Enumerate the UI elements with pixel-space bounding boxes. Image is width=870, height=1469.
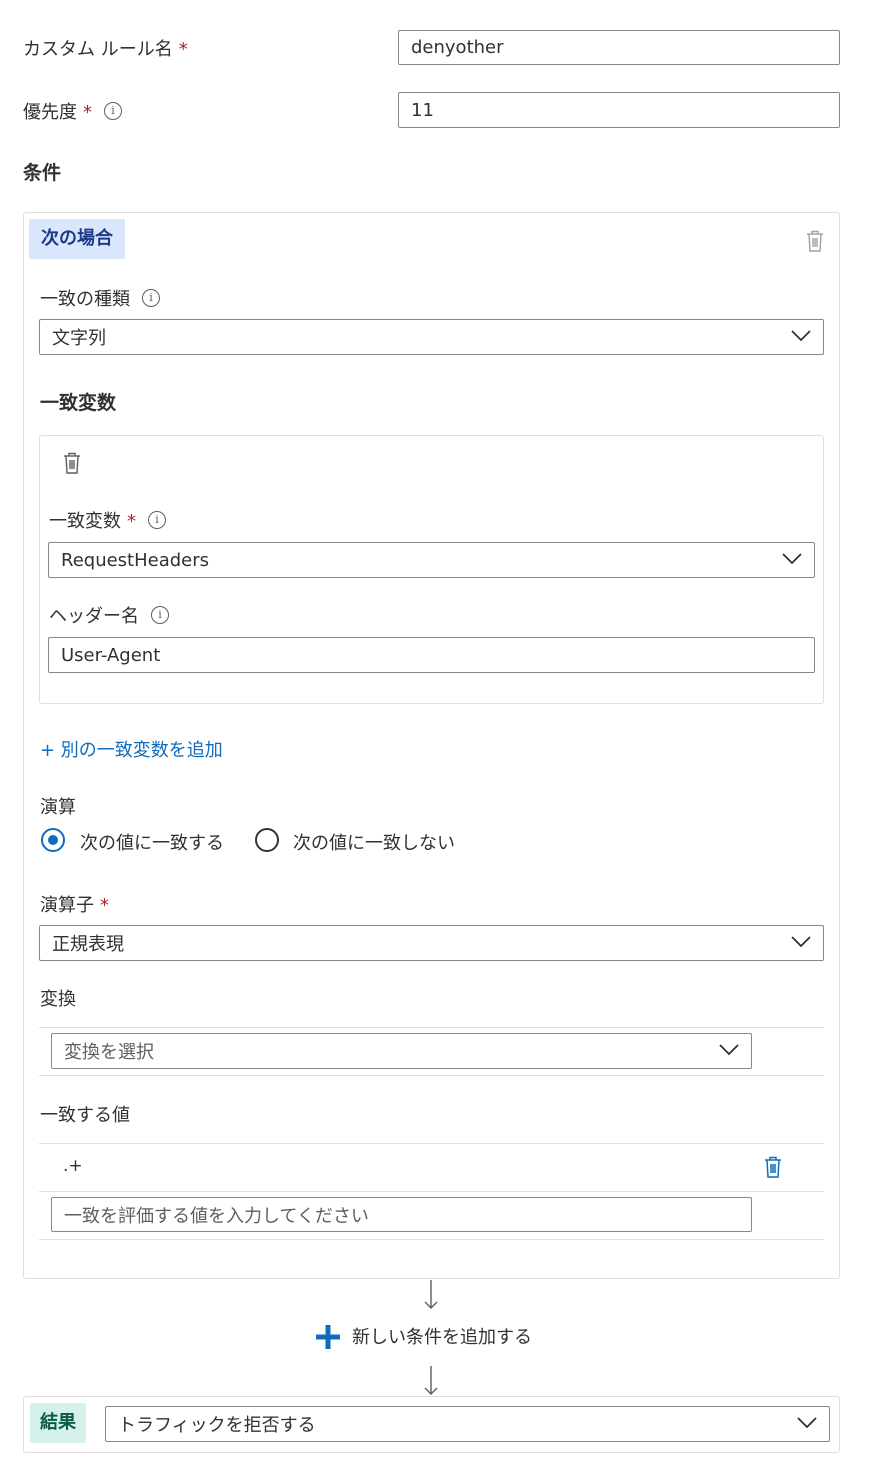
required-mark: * bbox=[178, 39, 188, 60]
transform-placeholder: 変換を選択 bbox=[64, 1042, 154, 1063]
match-values-label: 一致する値 bbox=[40, 1105, 130, 1126]
chevron-down-icon bbox=[782, 553, 802, 565]
priority-input[interactable]: 11 bbox=[398, 92, 840, 128]
match-value-input[interactable]: 一致を評価する値を入力してください bbox=[51, 1197, 752, 1232]
divider bbox=[39, 1027, 824, 1028]
required-mark: * bbox=[127, 511, 136, 532]
rule-name-label-text: カスタム ルール名 bbox=[23, 39, 173, 60]
header-name-label: ヘッダー名 i bbox=[49, 602, 169, 628]
chevron-down-icon bbox=[791, 936, 811, 948]
divider bbox=[39, 1239, 824, 1240]
required-mark: * bbox=[83, 102, 92, 123]
header-name-value: User-Agent bbox=[61, 644, 161, 666]
operator-value: 正規表現 bbox=[52, 934, 124, 955]
divider bbox=[39, 1075, 824, 1076]
info-icon[interactable]: i bbox=[104, 102, 122, 120]
priority-value: 11 bbox=[411, 99, 434, 121]
delete-value-trash-icon[interactable] bbox=[764, 1156, 782, 1178]
if-chip: 次の場合 bbox=[29, 219, 125, 259]
match-value-item: .+ bbox=[63, 1156, 83, 1176]
delete-condition-trash-icon[interactable] bbox=[806, 230, 824, 252]
radio-not-match[interactable] bbox=[255, 828, 279, 852]
result-value: トラフィックを拒否する bbox=[118, 1415, 316, 1436]
add-match-variable-link[interactable]: + 別の一致変数を追加 bbox=[40, 736, 223, 762]
priority-label-text: 優先度 bbox=[23, 102, 77, 123]
conditions-title: 条件 bbox=[23, 162, 62, 184]
operator-label: 演算子 * bbox=[40, 891, 109, 917]
match-type-label-text: 一致の種類 bbox=[40, 289, 130, 310]
arrow-down-icon bbox=[424, 1280, 438, 1309]
chevron-down-icon bbox=[791, 330, 811, 342]
priority-label: 優先度 * i bbox=[23, 98, 122, 124]
match-variable-label: 一致変数 * i bbox=[49, 507, 166, 533]
required-mark: * bbox=[100, 895, 109, 916]
divider bbox=[39, 1191, 824, 1192]
transform-label: 変換 bbox=[40, 989, 76, 1010]
chevron-down-icon bbox=[719, 1044, 739, 1056]
operator-dropdown[interactable]: 正規表現 bbox=[39, 925, 824, 961]
divider bbox=[39, 1143, 824, 1144]
result-dropdown[interactable]: トラフィックを拒否する bbox=[105, 1406, 830, 1442]
match-type-dropdown[interactable]: 文字列 bbox=[39, 319, 824, 355]
radio-match-label[interactable]: 次の値に一致する bbox=[80, 829, 224, 855]
transform-dropdown[interactable]: 変換を選択 bbox=[51, 1033, 752, 1069]
info-icon[interactable]: i bbox=[148, 511, 166, 529]
radio-not-match-label[interactable]: 次の値に一致しない bbox=[293, 829, 455, 855]
delete-variable-trash-icon[interactable] bbox=[63, 452, 81, 474]
add-condition-button[interactable]: 新しい条件を追加する bbox=[352, 1323, 532, 1349]
operation-label: 演算 bbox=[40, 797, 76, 818]
chevron-down-icon bbox=[797, 1417, 817, 1429]
plus-icon[interactable] bbox=[315, 1324, 341, 1350]
match-value-placeholder: 一致を評価する値を入力してください bbox=[64, 1205, 369, 1227]
operator-label-text: 演算子 bbox=[40, 895, 94, 916]
match-type-label: 一致の種類 i bbox=[40, 285, 160, 311]
rule-name-input[interactable]: denyother bbox=[398, 30, 840, 65]
header-name-label-text: ヘッダー名 bbox=[49, 606, 139, 627]
arrow-down-icon bbox=[424, 1366, 438, 1395]
info-icon[interactable]: i bbox=[142, 289, 160, 307]
match-type-value: 文字列 bbox=[52, 328, 106, 349]
match-variables-title: 一致変数 bbox=[40, 392, 117, 414]
radio-match[interactable] bbox=[41, 828, 65, 852]
header-name-input[interactable]: User-Agent bbox=[48, 637, 815, 673]
match-variable-dropdown[interactable]: RequestHeaders bbox=[48, 542, 815, 578]
result-chip: 結果 bbox=[30, 1403, 86, 1443]
rule-name-label: カスタム ルール名 * bbox=[23, 35, 188, 61]
rule-name-value: denyother bbox=[411, 37, 504, 58]
match-variable-value: RequestHeaders bbox=[61, 549, 210, 571]
match-variable-label-text: 一致変数 bbox=[49, 511, 121, 532]
info-icon[interactable]: i bbox=[151, 606, 169, 624]
